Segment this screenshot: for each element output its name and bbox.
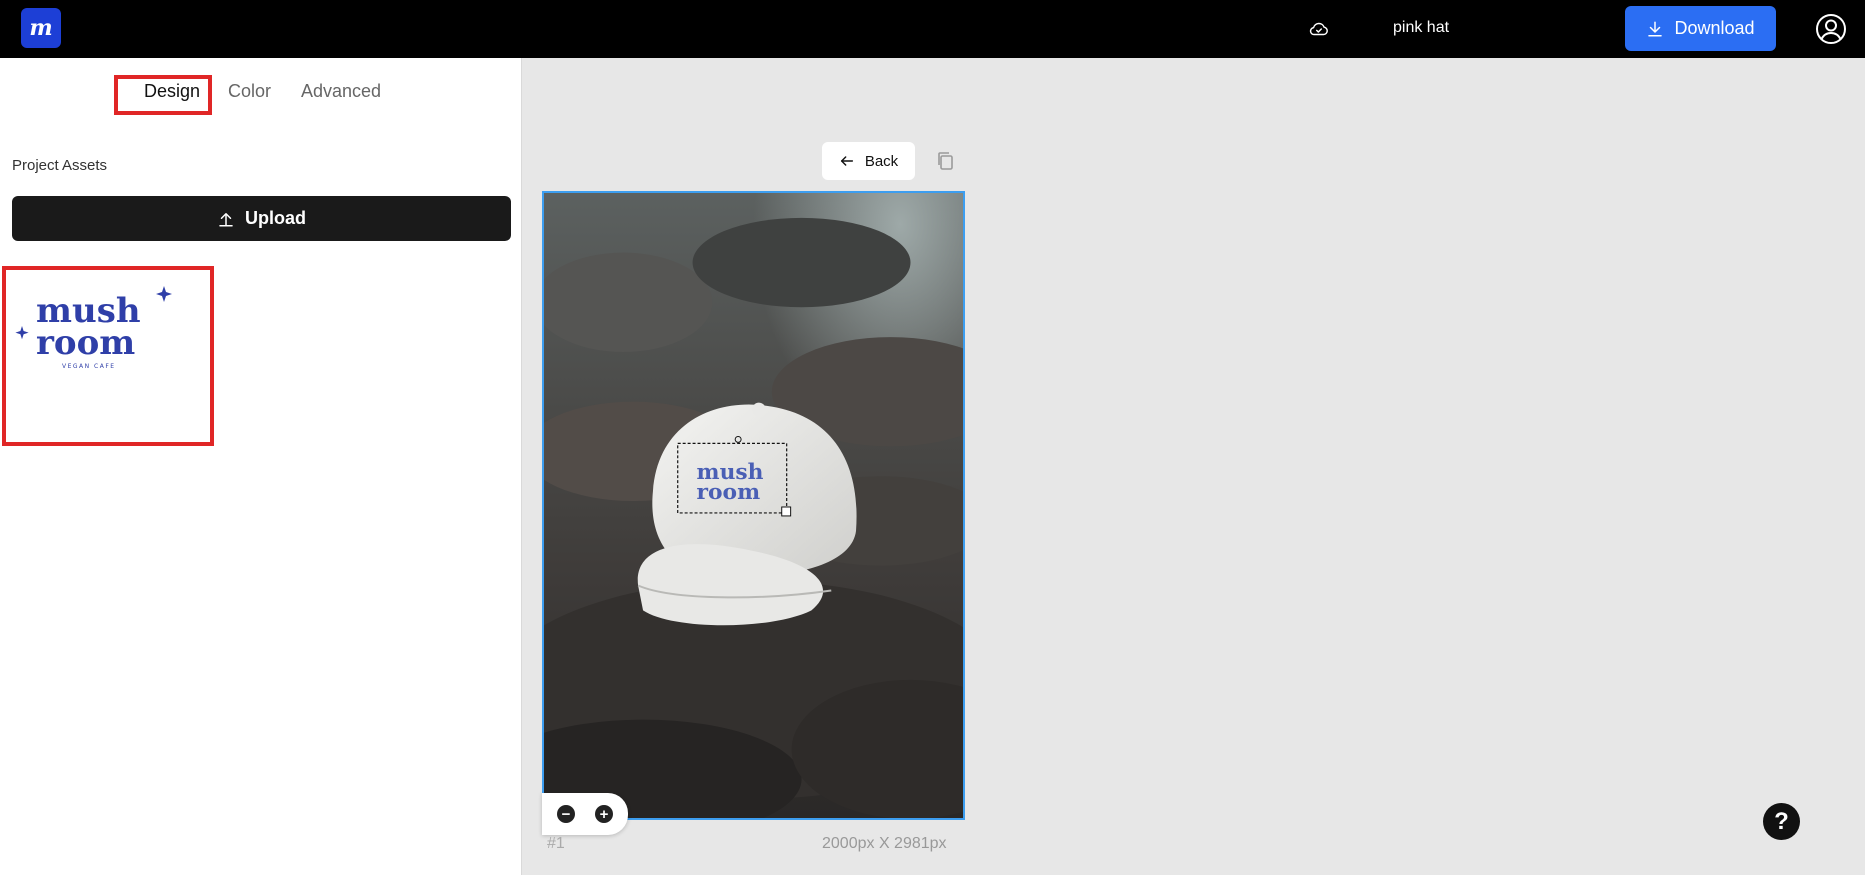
mockup-preview[interactable]: mush room bbox=[542, 191, 965, 820]
zoom-in-button[interactable]: + bbox=[595, 805, 613, 823]
sparkle-icon bbox=[156, 286, 172, 302]
canvas-dimensions: 2000px X 2981px bbox=[822, 835, 947, 852]
back-button[interactable]: Back bbox=[822, 142, 915, 180]
logo-tagline: VEGAN CAFE bbox=[62, 363, 116, 370]
mockup-logo-line2: room bbox=[697, 480, 761, 505]
tab-advanced[interactable]: Advanced bbox=[301, 81, 381, 102]
logo-letter: m bbox=[29, 15, 53, 41]
help-button[interactable]: ? bbox=[1763, 803, 1800, 840]
download-button[interactable]: Download bbox=[1625, 6, 1776, 51]
design-tab-highlight bbox=[114, 75, 212, 115]
account-icon[interactable] bbox=[1815, 13, 1847, 45]
project-name[interactable]: pink hat bbox=[1393, 19, 1449, 37]
mushroom-logo: mush room VEGAN CAFE bbox=[15, 286, 172, 370]
download-icon bbox=[1648, 21, 1663, 36]
back-label: Back bbox=[864, 152, 899, 170]
project-assets-label: Project Assets bbox=[12, 157, 108, 174]
upload-label: Upload bbox=[245, 208, 306, 228]
copy-icon[interactable] bbox=[936, 151, 954, 171]
top-bar: m pink hat Download bbox=[0, 0, 1865, 58]
hat-mockup-image: mush room bbox=[544, 193, 963, 818]
upload-button[interactable]: Upload bbox=[12, 196, 511, 241]
logo-line2: room bbox=[36, 323, 135, 363]
upload-icon bbox=[219, 212, 233, 226]
page-index: #1 bbox=[547, 835, 565, 852]
sparkle-icon bbox=[15, 326, 29, 340]
app-logo[interactable]: m bbox=[21, 8, 61, 48]
zoom-controls: − + bbox=[542, 793, 628, 835]
sidebar: Design Color Advanced Project Assets Upl… bbox=[0, 58, 522, 875]
arrow-left-icon bbox=[840, 156, 853, 166]
asset-thumbnail-mushroom[interactable]: mush room VEGAN CAFE bbox=[2, 266, 214, 446]
zoom-out-button[interactable]: − bbox=[557, 805, 575, 823]
sidebar-tabs: Design Color Advanced bbox=[0, 58, 522, 118]
download-label: Download bbox=[1674, 18, 1755, 38]
cloud-icon[interactable] bbox=[1308, 18, 1330, 40]
tab-color[interactable]: Color bbox=[228, 81, 271, 102]
